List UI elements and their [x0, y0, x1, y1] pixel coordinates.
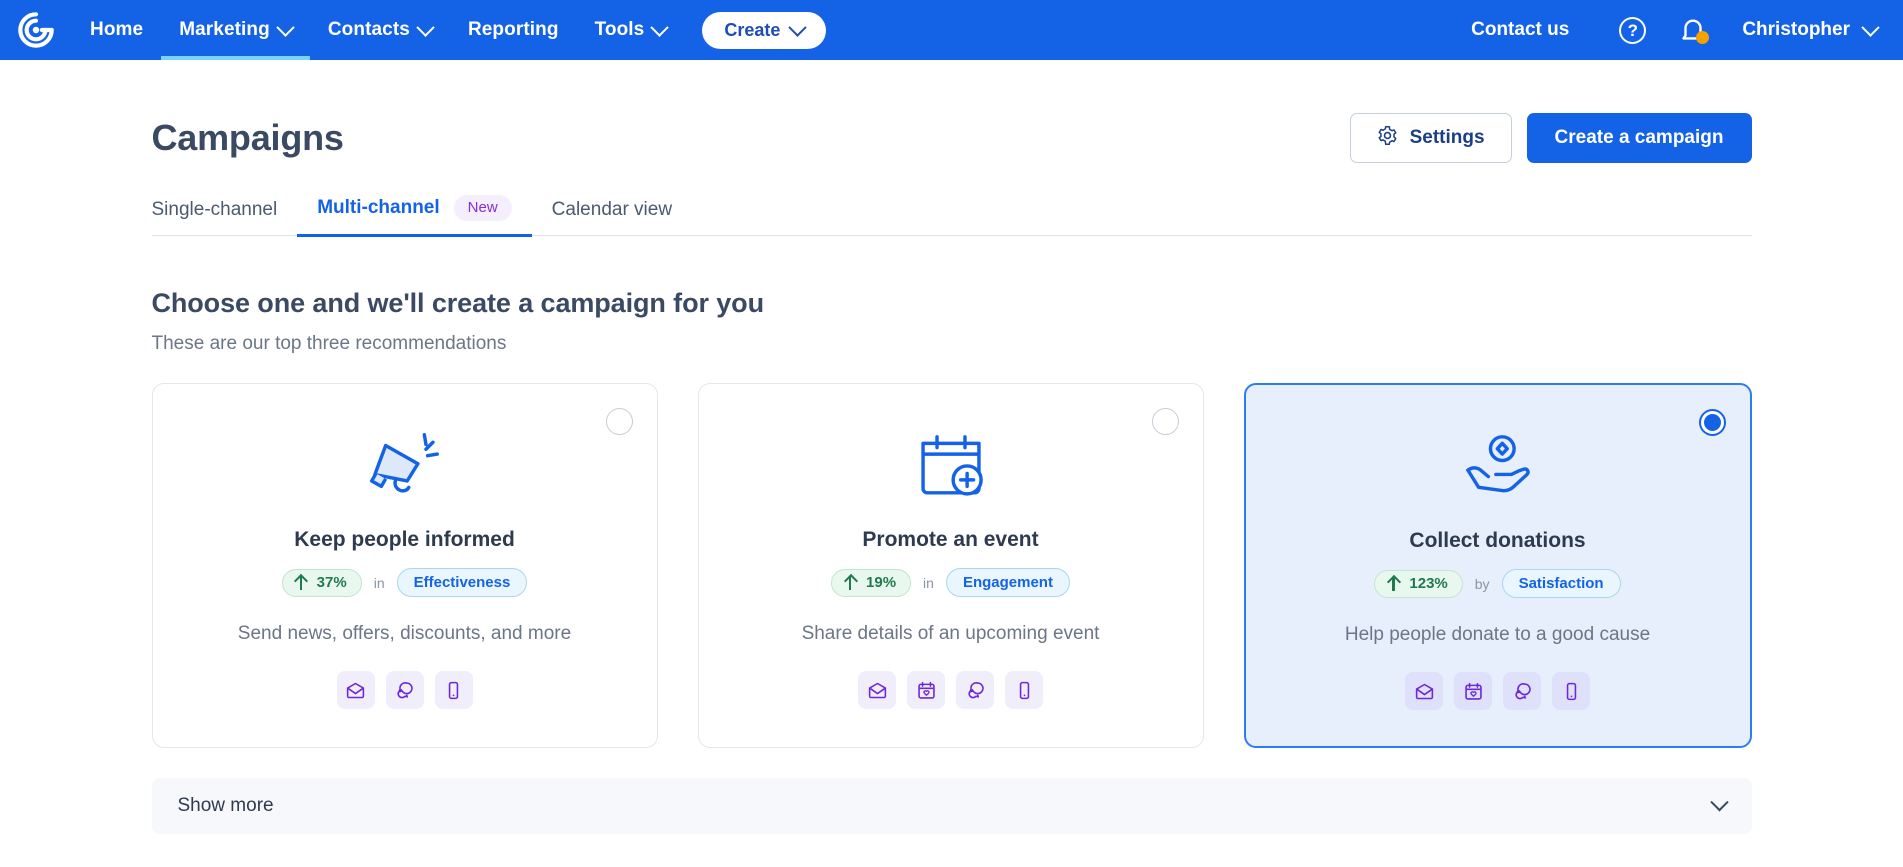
card-stat-row: 19% in Engagement [831, 568, 1070, 597]
chevron-down-icon [276, 17, 295, 37]
settings-button[interactable]: Settings [1349, 113, 1512, 163]
show-more-bar[interactable]: Show more [151, 778, 1752, 834]
show-more-label: Show more [177, 795, 274, 816]
stat-metric-chip: Effectiveness [396, 568, 528, 597]
nav-item-home[interactable]: Home [72, 0, 161, 60]
recommendation-card[interactable]: Collect donations 123% by Satisfaction H… [1243, 383, 1752, 748]
card-channel-icons [1405, 672, 1590, 710]
calendar-plus-icon [908, 418, 994, 516]
donation-hand-icon [1455, 419, 1541, 517]
stat-connector: by [1474, 575, 1490, 592]
nav-item-label: Marketing [179, 19, 270, 40]
card-channel-icons [336, 671, 473, 709]
content-container: Campaigns Settings Create a campaign Sin… [151, 60, 1752, 834]
stat-chip: 37% [281, 568, 362, 597]
page-header-actions: Settings Create a campaign [1349, 113, 1752, 163]
stat-connector: in [373, 574, 385, 591]
card-title: Keep people informed [294, 528, 515, 551]
recommendation-card[interactable]: Promote an event 19% in Engagement Share… [697, 383, 1204, 748]
view-tabs: Single-channel Multi-channel New Calenda… [151, 195, 1752, 237]
nav-item-label: Contacts [327, 19, 410, 40]
email-icon [1405, 672, 1443, 710]
constant-contact-logo[interactable] [0, 11, 72, 49]
tab-label: Calendar view [551, 199, 673, 220]
nav-item-marketing[interactable]: Marketing [161, 0, 310, 60]
nav-item-label: Home [90, 19, 144, 40]
nav-item-contacts[interactable]: Contacts [310, 0, 450, 60]
user-name-label: Christopher [1742, 19, 1850, 40]
card-radio-button[interactable] [1151, 408, 1179, 435]
card-radio-button[interactable] [605, 408, 633, 435]
tab-label: Multi-channel [317, 197, 440, 218]
card-radio-button[interactable] [1698, 409, 1726, 436]
stat-metric-chip: Satisfaction [1501, 569, 1621, 598]
section-title: Choose one and we'll create a campaign f… [151, 288, 765, 318]
card-title: Promote an event [862, 528, 1039, 551]
social-icon [385, 671, 424, 709]
sms-icon [1005, 671, 1043, 709]
stat-value: 123% [1409, 574, 1448, 592]
nav-item-tools[interactable]: Tools [577, 0, 685, 60]
card-stat-row: 123% by Satisfaction [1374, 569, 1621, 598]
create-button-label: Create [724, 19, 781, 40]
stat-value: 19% [866, 573, 897, 591]
chevron-down-icon [788, 17, 808, 37]
top-navigation-bar: Home Marketing Contacts Reporting Tools … [0, 0, 1903, 60]
section-subtitle: These are our top three recommendations [151, 333, 507, 354]
recommendation-cards: Keep people informed 37% in Effectivenes… [151, 383, 1752, 748]
chevron-down-icon [650, 17, 670, 37]
megaphone-icon [362, 418, 448, 516]
gear-icon [1377, 125, 1398, 152]
nav-item-label: Reporting [467, 19, 559, 40]
event-icon [1454, 672, 1492, 710]
settings-button-label: Settings [1409, 127, 1485, 148]
create-campaign-button[interactable]: Create a campaign [1526, 113, 1752, 163]
help-icon-glyph: ? [1627, 20, 1638, 40]
card-stat-row: 37% in Effectiveness [281, 568, 528, 597]
chevron-down-icon [1861, 17, 1880, 37]
stat-chip: 19% [831, 568, 912, 597]
recommendation-card[interactable]: Keep people informed 37% in Effectivenes… [151, 383, 658, 748]
email-icon [336, 671, 375, 709]
notifications-bell-icon[interactable] [1678, 15, 1710, 45]
social-icon [956, 671, 994, 709]
arrow-up-icon [1387, 576, 1400, 591]
email-icon [858, 671, 896, 709]
new-badge: New [453, 195, 512, 221]
arrow-up-icon [844, 575, 857, 590]
chevron-down-icon [416, 17, 435, 37]
contact-us-link[interactable]: Contact us [1449, 19, 1591, 41]
tab-multi-channel[interactable]: Multi-channel New [297, 195, 533, 237]
page-header-row: Campaigns Settings Create a campaign [152, 60, 1752, 163]
help-icon[interactable]: ? [1619, 16, 1647, 44]
card-description: Send news, offers, discounts, and more [237, 623, 572, 644]
page-body: Campaigns Settings Create a campaign Sin… [0, 60, 1903, 834]
tab-label: Single-channel [151, 199, 278, 220]
stat-metric-chip: Engagement [945, 568, 1070, 597]
social-icon [1503, 672, 1541, 710]
card-description: Share details of an upcoming event [801, 623, 1100, 644]
card-channel-icons [858, 671, 1043, 709]
tab-calendar-view[interactable]: Calendar view [532, 199, 692, 235]
user-menu[interactable]: Christopher [1736, 17, 1880, 41]
create-campaign-label: Create a campaign [1554, 127, 1724, 148]
create-button[interactable]: Create [702, 11, 827, 49]
chevron-down-icon[interactable] [1709, 792, 1729, 811]
tab-single-channel[interactable]: Single-channel [152, 199, 298, 235]
card-description: Help people donate to a good cause [1344, 624, 1651, 645]
nav-item-reporting[interactable]: Reporting [450, 0, 577, 60]
stat-connector: in [923, 574, 934, 591]
stat-value: 37% [316, 573, 347, 591]
primary-nav-items: Home Marketing Contacts Reporting Tools [72, 0, 684, 60]
page-title: Campaigns [151, 117, 344, 158]
sms-icon [434, 671, 473, 709]
event-icon [907, 671, 945, 709]
stat-chip: 123% [1374, 569, 1463, 598]
nav-item-label: Tools [594, 19, 645, 40]
card-title: Collect donations [1409, 529, 1586, 552]
nav-right-group: Contact us ? Christopher [1449, 15, 1903, 45]
sms-icon [1552, 672, 1590, 710]
arrow-up-icon [295, 575, 308, 590]
